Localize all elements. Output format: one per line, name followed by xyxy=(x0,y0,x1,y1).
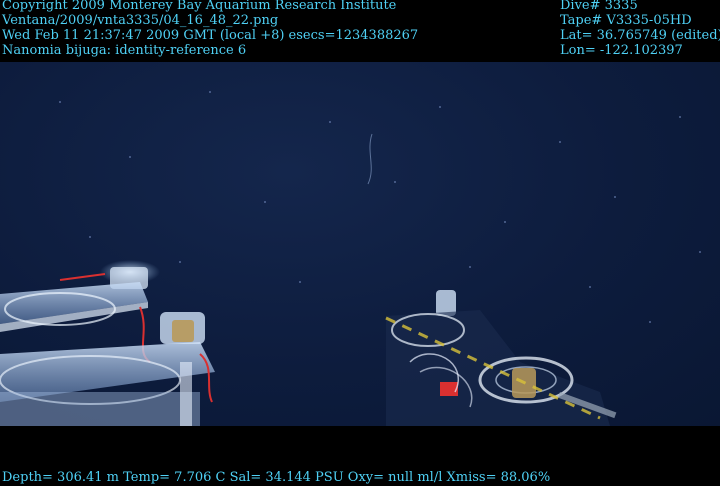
underwater-scene xyxy=(0,62,720,426)
timestamp-line: Wed Feb 11 21:37:47 2009 GMT (local +8) … xyxy=(2,28,419,43)
tape-number: Tape# V3335-05HD xyxy=(560,13,692,28)
annotation-line: Nanomia bijuga: identity-reference 6 xyxy=(2,43,247,58)
marine-snow xyxy=(59,91,701,323)
scene-illustration xyxy=(0,91,701,426)
left-sampler-rig xyxy=(0,260,215,426)
longitude: Lon= -122.102397 xyxy=(560,43,683,58)
siphonophore-strand xyxy=(367,133,373,185)
latitude: Lat= 36.765749 (edited) xyxy=(560,28,720,43)
dive-number: Dive# 3335 xyxy=(560,0,638,13)
copyright-line: Copyright 2009 Monterey Bay Aquarium Res… xyxy=(2,0,397,13)
right-sampler-rig xyxy=(385,290,617,426)
sensor-readout: Depth= 306.41 m Temp= 7.706 C Sal= 34.14… xyxy=(2,470,551,485)
image-path-line: Ventana/2009/vnta3335/04_16_48_22.png xyxy=(2,13,279,28)
